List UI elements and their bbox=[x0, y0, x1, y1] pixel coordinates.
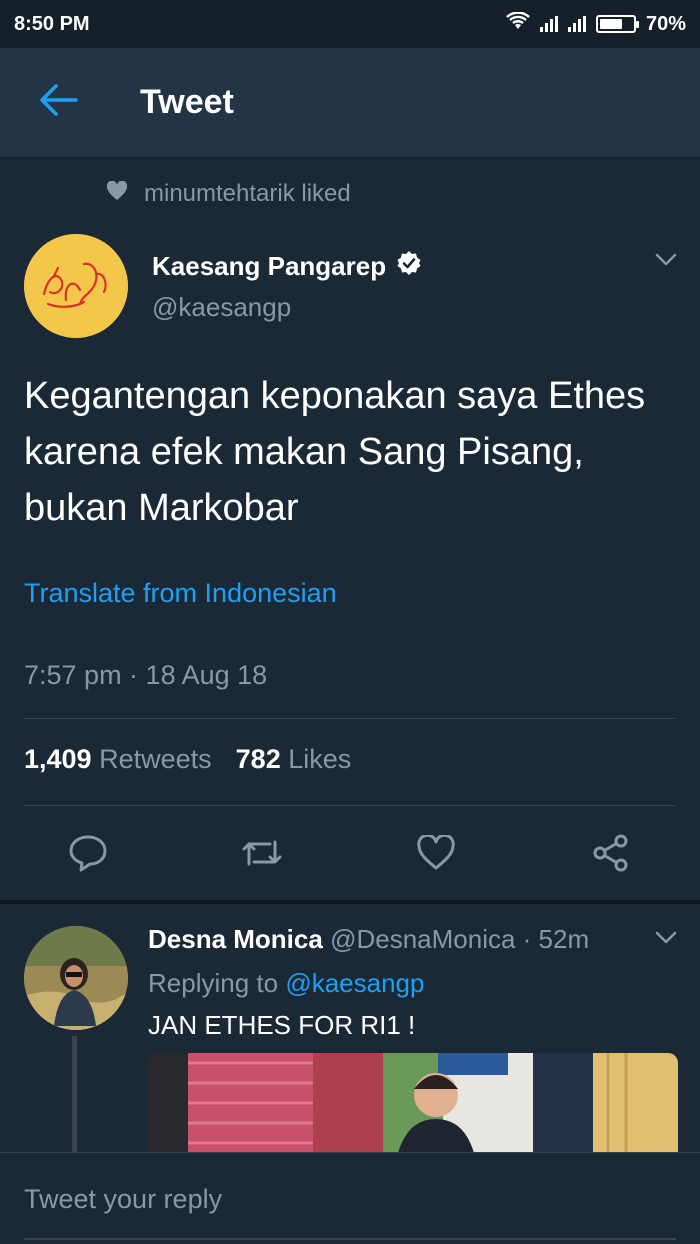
like-button[interactable] bbox=[411, 830, 461, 880]
reply-author-handle[interactable]: @DesnaMonica bbox=[330, 924, 515, 954]
retweets-stat[interactable]: 1,409 Retweets bbox=[24, 744, 212, 775]
chevron-down-icon bbox=[654, 931, 678, 950]
author-name[interactable]: Kaesang Pangarep bbox=[152, 251, 386, 282]
heart-icon bbox=[106, 180, 128, 208]
signal-icon bbox=[539, 16, 558, 32]
reply-composer bbox=[0, 1152, 700, 1244]
divider bbox=[24, 718, 676, 719]
translate-link[interactable]: Translate from Indonesian bbox=[24, 578, 337, 609]
reply-button[interactable] bbox=[63, 830, 113, 880]
author-avatar[interactable] bbox=[24, 234, 128, 338]
share-icon bbox=[591, 833, 631, 878]
retweet-icon bbox=[240, 836, 284, 875]
replying-to: Replying to @kaesangp bbox=[148, 968, 424, 999]
chevron-down-icon bbox=[654, 253, 678, 272]
author-handle[interactable]: @kaesangp bbox=[152, 292, 291, 323]
input-underline bbox=[24, 1238, 676, 1240]
reply-menu-button[interactable] bbox=[654, 930, 678, 951]
battery-icon bbox=[595, 15, 639, 33]
reply-media[interactable] bbox=[148, 1053, 678, 1153]
section-divider bbox=[0, 900, 700, 904]
liked-by-text: minumtehtarik liked bbox=[144, 180, 351, 207]
tweet-stats: 1,409 Retweets 782 Likes bbox=[24, 744, 351, 775]
thread-line bbox=[72, 1036, 77, 1156]
reply-icon bbox=[68, 834, 108, 877]
reply-header: Desna Monica @DesnaMonica · 52m bbox=[148, 924, 589, 955]
likes-count: 782 bbox=[235, 744, 281, 774]
back-button[interactable] bbox=[0, 48, 120, 158]
reply-author-name[interactable]: Desna Monica bbox=[148, 924, 323, 954]
reply-author-avatar[interactable] bbox=[24, 926, 128, 1030]
author-name-row[interactable]: Kaesang Pangarep bbox=[152, 250, 422, 283]
retweet-button[interactable] bbox=[237, 830, 287, 880]
signal-icon bbox=[567, 16, 586, 32]
back-arrow-icon bbox=[38, 83, 78, 122]
likes-stat[interactable]: 782 Likes bbox=[236, 744, 352, 775]
reply-age: · 52m bbox=[515, 924, 590, 954]
status-time: 8:50 PM bbox=[14, 12, 90, 35]
share-button[interactable] bbox=[586, 830, 636, 880]
tweet-menu-button[interactable] bbox=[654, 252, 678, 273]
tweet-timestamp: 7:57 pm · 18 Aug 18 bbox=[24, 660, 268, 690]
replying-prefix: Replying to bbox=[148, 968, 286, 998]
likes-label: Likes bbox=[288, 744, 352, 774]
reply-text: JAN ETHES FOR RI1 ! bbox=[148, 1010, 416, 1040]
battery-percent: 70% bbox=[645, 12, 686, 35]
tweet-text: Kegantengan keponakan saya Ethes karena … bbox=[24, 375, 646, 529]
wifi-icon bbox=[506, 11, 530, 36]
app-bar: Tweet bbox=[0, 48, 700, 158]
verified-icon bbox=[396, 250, 422, 283]
retweets-label: Retweets bbox=[99, 744, 212, 774]
reply-input[interactable] bbox=[24, 1177, 674, 1221]
like-icon bbox=[416, 833, 456, 876]
retweets-count: 1,409 bbox=[24, 744, 92, 774]
social-context: minumtehtarik liked bbox=[106, 180, 351, 208]
status-bar: 8:50 PM 70% bbox=[0, 0, 700, 48]
replying-mention-link[interactable]: @kaesangp bbox=[285, 968, 424, 998]
page-title: Tweet bbox=[140, 83, 234, 121]
tweet-actions bbox=[0, 806, 700, 902]
